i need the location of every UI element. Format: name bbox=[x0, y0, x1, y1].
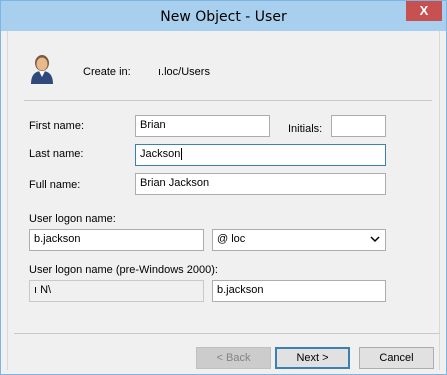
pre2000-domain-field: ı N\ bbox=[29, 280, 204, 302]
create-in-label: Create in: bbox=[83, 66, 131, 78]
pre2000-logon-input[interactable]: b.jackson bbox=[212, 280, 386, 302]
back-button[interactable]: < Back bbox=[196, 347, 271, 369]
last-name-input[interactable]: Jackson bbox=[135, 144, 386, 166]
initials-label: Initials: bbox=[288, 123, 323, 135]
first-name-input[interactable]: Brian bbox=[135, 115, 270, 137]
logon-name-label: User logon name: bbox=[29, 213, 116, 225]
first-name-label: First name: bbox=[29, 120, 85, 132]
next-button[interactable]: Next > bbox=[275, 347, 350, 369]
user-icon bbox=[29, 53, 55, 85]
header-divider bbox=[24, 100, 432, 101]
pre2000-label: User logon name (pre-Windows 2000): bbox=[29, 264, 218, 276]
title-bar[interactable]: New Object - User X bbox=[1, 1, 446, 31]
logon-name-input[interactable]: b.jackson bbox=[29, 229, 204, 251]
last-name-value: Jackson bbox=[140, 148, 181, 160]
full-name-label: Full name: bbox=[29, 179, 81, 191]
initials-input[interactable] bbox=[331, 115, 386, 137]
new-object-user-dialog: New Object - User X Create in: ı.loc/Use… bbox=[0, 0, 447, 375]
full-name-input[interactable]: Brian Jackson bbox=[135, 173, 386, 195]
last-name-label: Last name: bbox=[29, 148, 84, 160]
close-icon: X bbox=[419, 3, 429, 18]
domain-select[interactable]: @ loc bbox=[212, 229, 386, 251]
cancel-button[interactable]: Cancel bbox=[359, 347, 434, 369]
close-button[interactable]: X bbox=[406, 1, 442, 21]
domain-value: @ loc bbox=[217, 233, 246, 245]
create-in-path: ı.loc/Users bbox=[158, 66, 210, 78]
footer-divider bbox=[14, 333, 440, 334]
dialog-content: Create in: ı.loc/Users First name: Brian… bbox=[7, 31, 440, 370]
text-caret bbox=[181, 148, 183, 161]
window-title: New Object - User bbox=[160, 9, 287, 25]
chevron-down-icon bbox=[370, 234, 380, 247]
